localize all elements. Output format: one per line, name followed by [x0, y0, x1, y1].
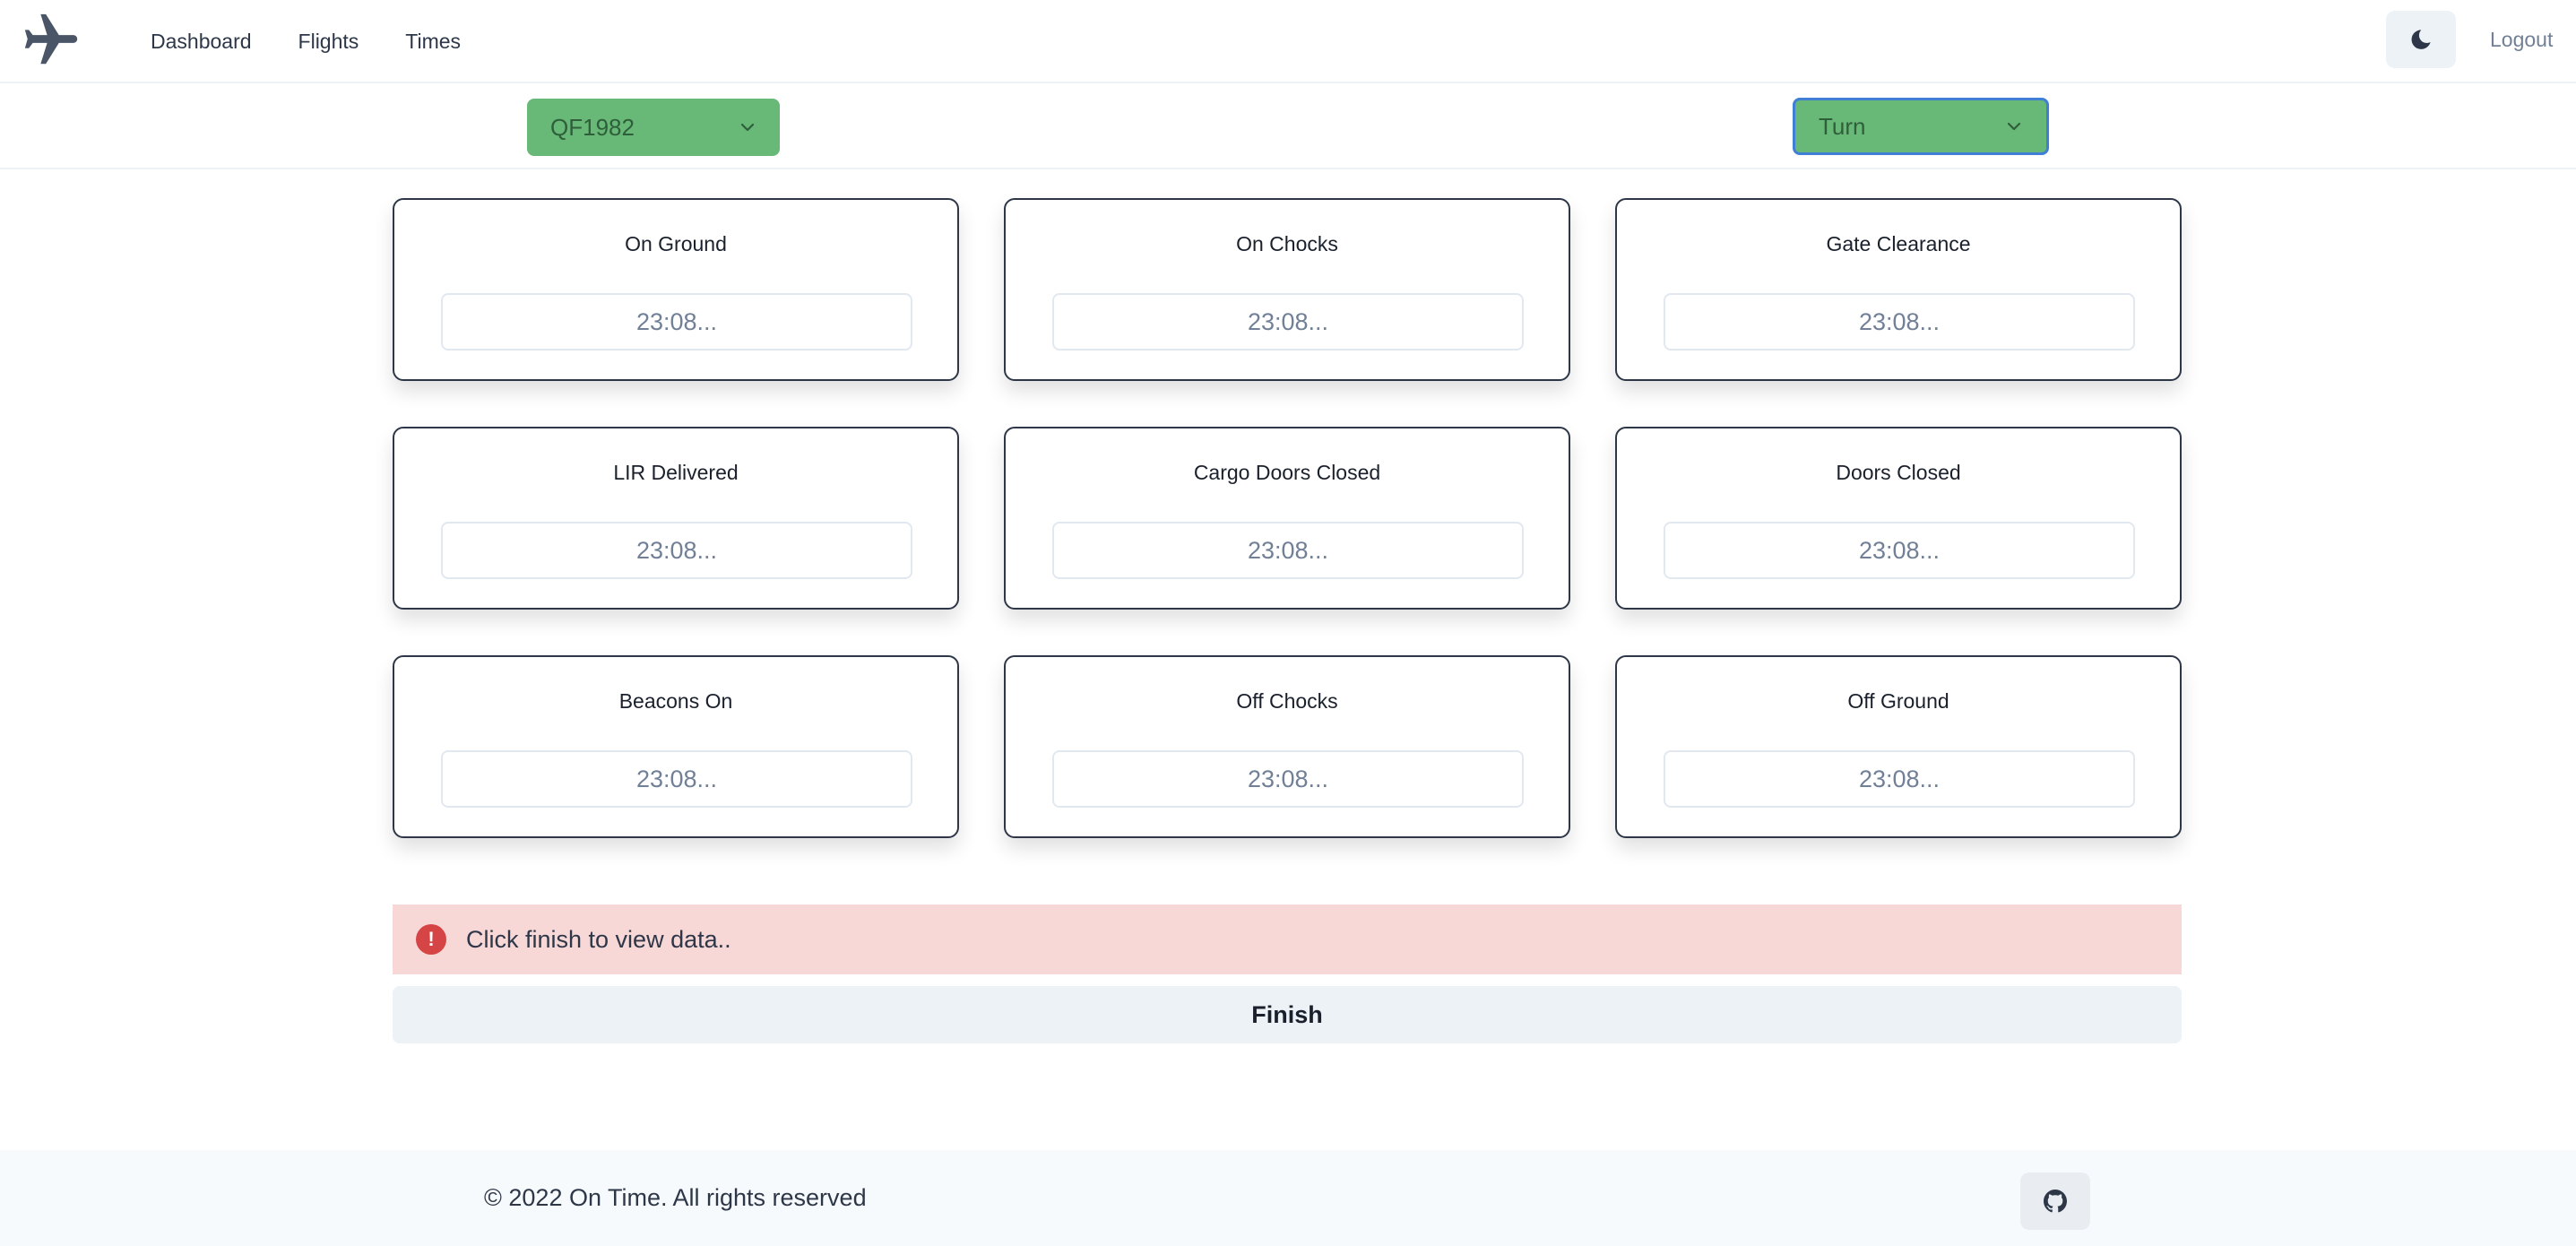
footer: © 2022 On Time. All rights reserved — [0, 1150, 2576, 1246]
github-icon — [2044, 1190, 2067, 1213]
card-title: LIR Delivered — [613, 461, 739, 484]
alert-icon: ! — [416, 924, 446, 955]
logout-link[interactable]: Logout — [2490, 0, 2553, 79]
card-on-ground: On Ground — [393, 198, 959, 381]
card-on-chocks: On Chocks — [1004, 198, 1570, 381]
off-ground-time-input[interactable] — [1664, 750, 2135, 808]
copyright-text: © 2022 On Time. All rights reserved — [484, 1184, 867, 1211]
theme-toggle-button[interactable] — [2386, 11, 2456, 68]
card-title: Beacons On — [618, 689, 733, 713]
flight-select-value: QF1982 — [550, 113, 635, 141]
card-title: Gate Clearance — [1826, 232, 1971, 255]
nav-link-times[interactable]: Times — [405, 30, 461, 54]
card-title: Off Ground — [1847, 689, 1949, 713]
airplane-icon[interactable] — [18, 9, 84, 72]
doors-closed-time-input[interactable] — [1664, 522, 2135, 579]
off-chocks-time-input[interactable] — [1052, 750, 1524, 808]
lir-delivered-time-input[interactable] — [441, 522, 912, 579]
card-title: On Ground — [625, 232, 727, 255]
card-title: Cargo Doors Closed — [1193, 461, 1381, 484]
time-cards-grid: On Ground On Chocks Gate Clearance LIR D… — [393, 198, 2182, 838]
gate-clearance-time-input[interactable] — [1664, 293, 2135, 350]
card-title: Off Chocks — [1236, 689, 1338, 713]
on-chocks-time-input[interactable] — [1052, 293, 1524, 350]
flight-select[interactable]: QF1982 — [527, 99, 780, 156]
info-alert: ! Click finish to view data.. — [393, 904, 2182, 974]
on-ground-time-input[interactable] — [441, 293, 912, 350]
card-cargo-doors-closed: Cargo Doors Closed — [1004, 427, 1570, 610]
alert-message: Click finish to view data.. — [466, 925, 731, 953]
top-navbar: Dashboard Flights Times Logout — [0, 0, 2576, 83]
card-lir-delivered: LIR Delivered — [393, 427, 959, 610]
mode-select-value: Turn — [1819, 112, 1866, 140]
card-title: Doors Closed — [1836, 461, 1961, 484]
mode-select[interactable]: Turn — [1793, 98, 2049, 155]
selector-bar: QF1982 Turn — [0, 83, 2576, 169]
card-off-chocks: Off Chocks — [1004, 655, 1570, 838]
github-link-button[interactable] — [2020, 1172, 2090, 1230]
beacons-on-time-input[interactable] — [441, 750, 912, 808]
finish-button[interactable]: Finish — [393, 986, 2182, 1043]
card-doors-closed: Doors Closed — [1615, 427, 2182, 610]
nav-links: Dashboard Flights Times — [151, 0, 461, 83]
nav-link-flights[interactable]: Flights — [298, 30, 359, 54]
card-beacons-on: Beacons On — [393, 655, 959, 838]
card-title: On Chocks — [1236, 232, 1338, 255]
moon-icon — [2411, 30, 2431, 49]
nav-link-dashboard[interactable]: Dashboard — [151, 30, 252, 54]
card-gate-clearance: Gate Clearance — [1615, 198, 2182, 381]
cargo-doors-closed-time-input[interactable] — [1052, 522, 1524, 579]
chevron-down-icon — [740, 123, 755, 132]
card-off-ground: Off Ground — [1615, 655, 2182, 838]
chevron-down-icon — [2007, 122, 2021, 131]
